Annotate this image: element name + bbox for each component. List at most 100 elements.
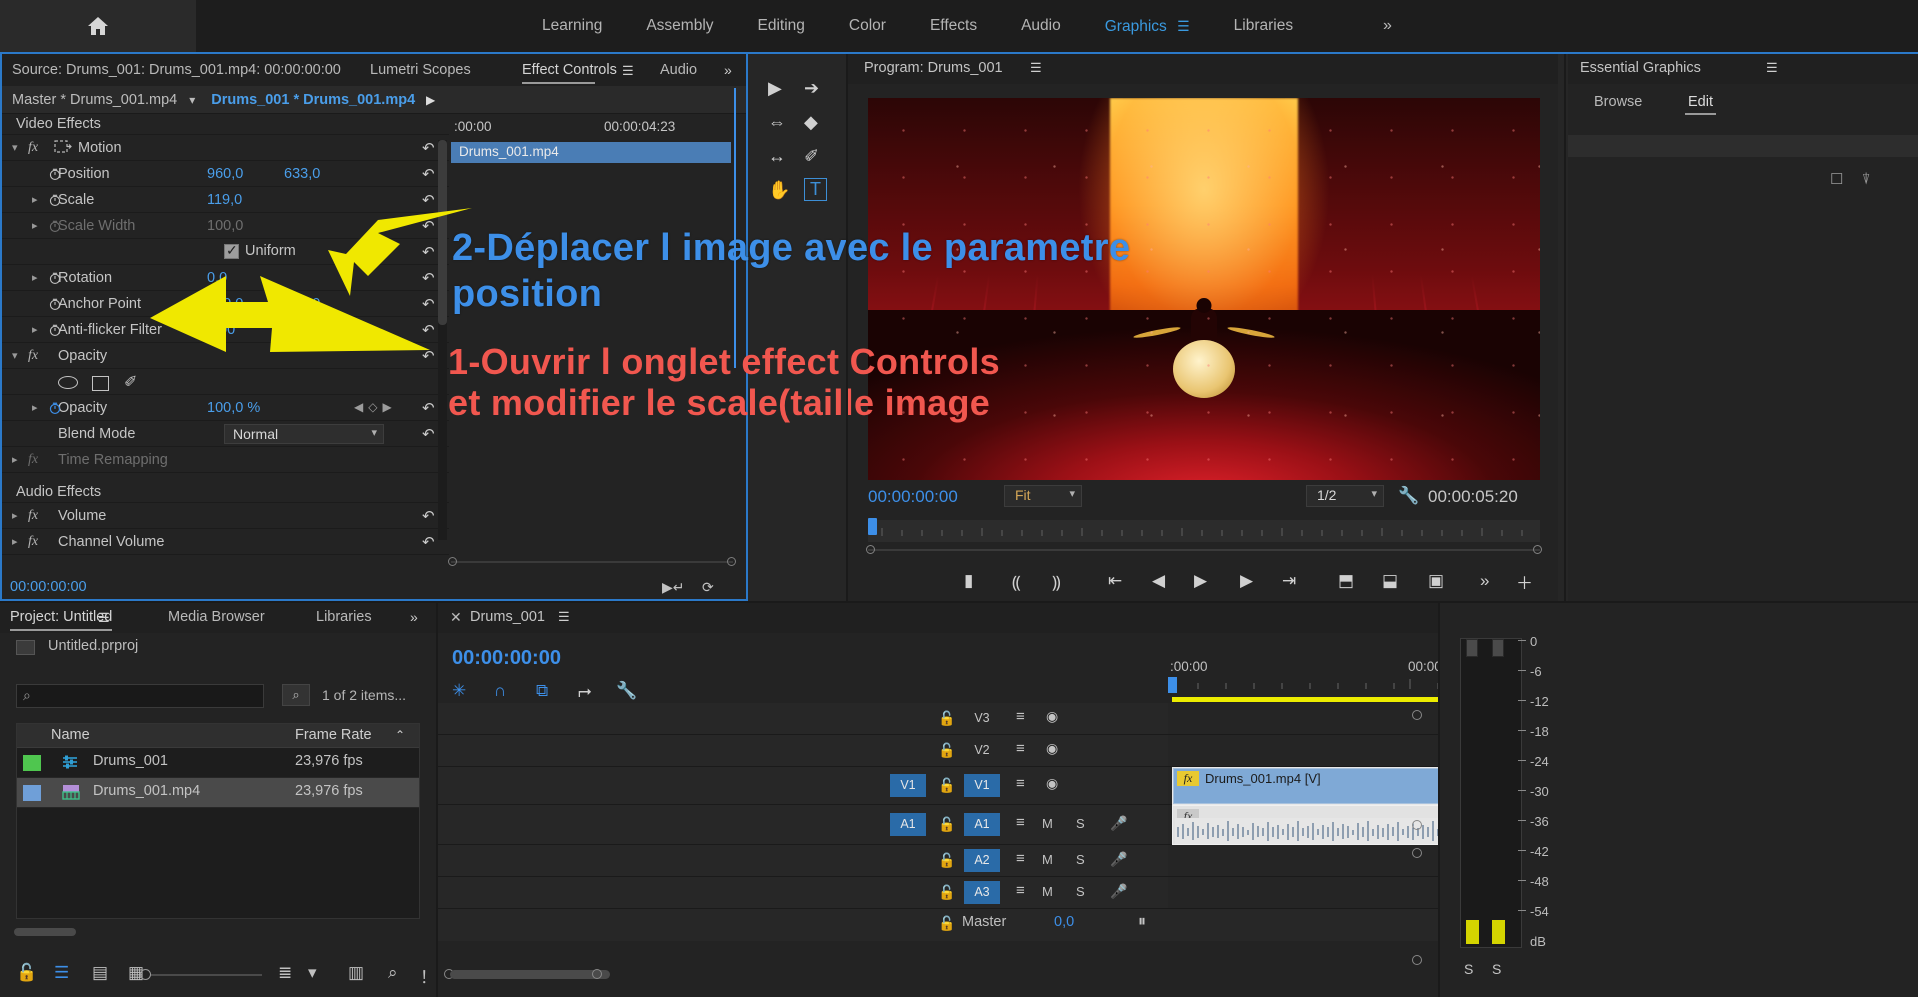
button-editor-icon[interactable]: ＋ <box>1516 569 1533 594</box>
reset-opacity-group-icon[interactable]: ↶ <box>422 347 435 365</box>
param-row-scale[interactable]: ▸ Scale 119,0 ↶ <box>2 187 449 213</box>
project-horizontal-scrollbar[interactable] <box>14 928 76 936</box>
essential-graphics-layer-list[interactable] <box>1568 135 1918 157</box>
play-around-icon[interactable]: ▶↵ <box>662 579 685 596</box>
workspace-tab-audio[interactable]: Audio <box>999 0 1083 52</box>
pen-mask-icon[interactable]: ✐ <box>124 372 137 392</box>
project-menu-icon[interactable]: ☰ <box>98 610 110 626</box>
ellipse-mask-icon[interactable] <box>58 376 78 389</box>
source-monitor-tab[interactable]: Source: Drums_001: Drums_001.mp4: 00:00:… <box>2 62 341 78</box>
tab-browse[interactable]: Browse <box>1594 94 1642 110</box>
linked-selection-icon[interactable]: ⧉ <box>536 681 548 701</box>
timeline-playhead-timecode[interactable]: 00:00:00:00 <box>452 647 561 670</box>
workspace-tab-learning[interactable]: Learning <box>520 0 624 52</box>
lift-button[interactable]: ⬒ <box>1338 571 1354 591</box>
reset-motion-icon[interactable]: ↶ <box>422 139 435 157</box>
more-buttons-icon[interactable]: » <box>1480 571 1489 591</box>
find-icon[interactable]: ⌕ <box>388 963 398 983</box>
rectangle-mask-icon[interactable] <box>92 376 109 391</box>
track-row-v3[interactable]: 🔓 V3 ≡ ◉ <box>438 703 1438 735</box>
sync-lock-icon[interactable]: ≡ <box>1016 740 1025 757</box>
mark-out-button[interactable]: ⸩ <box>1052 570 1061 593</box>
timeline-menu-icon[interactable]: ☰ <box>558 609 570 625</box>
twirl-right-icon[interactable]: ▸ <box>32 271 38 284</box>
twirl-right-icon[interactable]: ▸ <box>32 219 38 232</box>
track-visibility-icon[interactable]: ◉ <box>1046 775 1058 792</box>
wrench-icon[interactable]: 🔧 <box>1398 486 1419 506</box>
track-lock-icon[interactable]: 🔓 <box>938 915 955 932</box>
workspace-tab-assembly[interactable]: Assembly <box>624 0 735 52</box>
go-to-in-button[interactable]: ⇤ <box>1108 571 1122 591</box>
master-meter-icon[interactable]: ⏸ <box>1138 913 1146 931</box>
mark-in-out-button[interactable]: ▮ <box>964 571 973 591</box>
tab-edit[interactable]: Edit <box>1685 94 1716 115</box>
param-row-scale-width[interactable]: ▸ Scale Width 100,0 ↶ <box>2 213 449 239</box>
twirl-right-icon[interactable]: ▸ <box>32 193 38 206</box>
tab-audio[interactable]: Audio <box>660 62 697 78</box>
program-monitor-title[interactable]: Program: Drums_001 <box>864 60 1003 76</box>
reset-scale-width-icon[interactable]: ↶ <box>422 217 435 235</box>
workspace-tab-editing[interactable]: Editing <box>736 0 827 52</box>
track-height-handle-3[interactable] <box>1412 848 1422 858</box>
track-lock-icon[interactable]: 🔓 <box>938 710 955 727</box>
delete-layer-icon[interactable]: ⍒ <box>1862 171 1871 188</box>
twirl-right-icon[interactable]: ▸ <box>12 535 18 548</box>
effect-group-opacity[interactable]: ▾ fx Opacity ↶ <box>2 343 449 369</box>
slider-knob[interactable] <box>140 969 151 980</box>
voice-record-icon[interactable]: 🎤 <box>1110 815 1127 832</box>
mark-in-button[interactable]: ⸨ <box>1012 570 1021 593</box>
track-name-a3[interactable]: A3 <box>964 881 1000 904</box>
stopwatch-icon[interactable] <box>48 219 62 233</box>
param-value-anchor-x[interactable]: 960,0 <box>207 296 243 312</box>
source-patch-v1[interactable]: V1 <box>890 774 926 797</box>
tab-lumetri-scopes[interactable]: Lumetri Scopes <box>370 62 471 78</box>
workspace-tab-effects[interactable]: Effects <box>908 0 999 52</box>
stopwatch-icon[interactable] <box>48 271 62 285</box>
program-scrub-bar[interactable] <box>868 518 1540 542</box>
project-search-input[interactable]: ⌕ <box>16 684 264 708</box>
mute-button-a1[interactable]: M <box>1042 816 1053 831</box>
reset-scale-icon[interactable]: ↶ <box>422 191 435 209</box>
param-row-anti-flicker[interactable]: ▸ Anti-flicker Filter 0,00 ↶ <box>2 317 449 343</box>
stopwatch-icon[interactable] <box>48 297 62 311</box>
clip-fx-badge[interactable]: fx <box>1177 771 1199 786</box>
chevron-down-icon[interactable]: ▾ <box>189 93 195 107</box>
panel-separator-project-timeline[interactable] <box>436 603 438 997</box>
sync-lock-icon[interactable]: ≡ <box>1016 708 1025 725</box>
export-frame-tool-icon[interactable]: ➔ <box>804 78 819 99</box>
selected-clip-label[interactable]: Drums_001 * Drums_001.mp4 <box>211 92 415 108</box>
track-name-v1[interactable]: V1 <box>964 774 1000 797</box>
export-frame-button[interactable]: ▣ <box>1428 571 1444 591</box>
param-value-scale-width[interactable]: 100,0 <box>207 218 243 234</box>
workspace-overflow-icon[interactable]: » <box>1383 17 1392 35</box>
panel-separator-effects-program[interactable] <box>846 54 848 601</box>
track-visibility-icon[interactable]: ◉ <box>1046 708 1058 725</box>
solo-button-a1[interactable]: S <box>1076 816 1085 831</box>
column-header-frame-rate[interactable]: Frame Rate <box>295 727 372 743</box>
track-row-v2[interactable]: 🔓 V2 ≡ ◉ <box>438 735 1438 767</box>
sort-chevron-icon[interactable]: ▾ <box>308 963 317 983</box>
panel-separator-timeline-meters[interactable] <box>1438 603 1440 997</box>
effect-controls-scrollbar-thumb[interactable] <box>438 140 447 325</box>
timeline-zoom-handle-right[interactable] <box>592 969 602 979</box>
track-row-a1[interactable]: A1 🔓 A1 ≡ M S 🎤 fx <box>438 805 1487 845</box>
track-row-v1[interactable]: V1 🔓 V1 ≡ ◉ fx Drums_001.mp4 [V] <box>438 767 1487 805</box>
effect-group-motion[interactable]: ▾ fx Motion ↶ <box>2 135 449 161</box>
effect-group-volume[interactable]: ▸ fx Volume ↶ <box>2 503 449 529</box>
track-lock-icon[interactable]: 🔓 <box>938 777 955 794</box>
reset-channel-volume-icon[interactable]: ↶ <box>422 533 435 551</box>
magnet-snap-icon[interactable]: ∩ <box>494 681 506 701</box>
keyframe-nav-icons[interactable]: ◀◇▶ <box>354 400 397 414</box>
param-row-position[interactable]: Position 960,0 633,0 ↶ <box>2 161 449 187</box>
param-value-anti-flicker[interactable]: 0,00 <box>207 322 235 338</box>
param-value-scale[interactable]: 119,0 <box>207 192 242 208</box>
hand-tool-icon[interactable]: ✋ <box>768 180 790 201</box>
effect-controls-timecode[interactable]: 00:00:00:00 <box>10 579 87 595</box>
source-patch-a1[interactable]: A1 <box>890 813 926 836</box>
stopwatch-icon[interactable] <box>48 323 62 337</box>
zoom-level-select[interactable]: Fit ▾ <box>1004 485 1082 507</box>
pen-tool-icon[interactable]: ✐ <box>804 146 819 167</box>
track-lock-icon[interactable]: 🔓 <box>938 884 955 901</box>
play-clip-icon[interactable]: ▶ <box>426 93 435 107</box>
ec-timeline-clip-bar[interactable]: Drums_001.mp4 <box>451 142 731 163</box>
